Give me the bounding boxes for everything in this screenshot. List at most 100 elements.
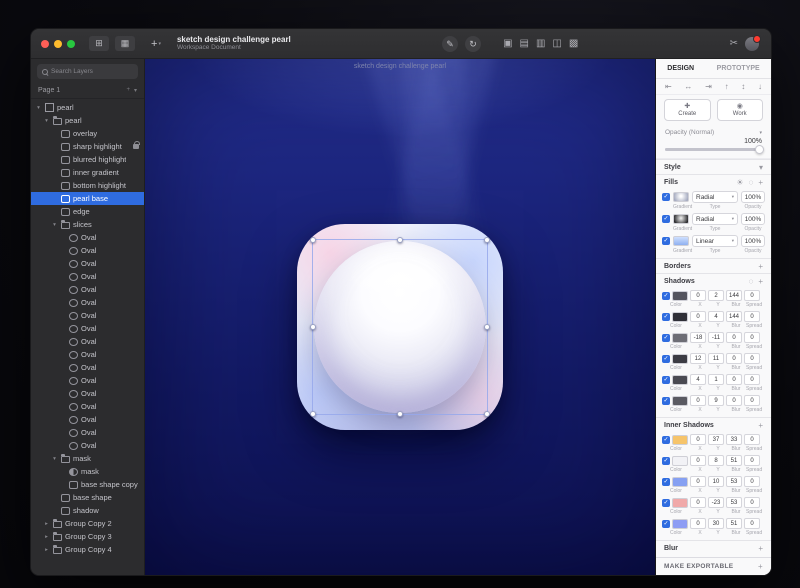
inner-shadow-x-value[interactable]: 0 bbox=[690, 476, 706, 487]
layer-row-oval-17[interactable]: Oval bbox=[31, 322, 144, 335]
pearl-app-icon[interactable] bbox=[297, 224, 503, 430]
view-toggle-5-icon[interactable]: ▩ bbox=[569, 38, 578, 49]
shadow-spread-value[interactable]: 0 bbox=[744, 332, 760, 343]
inner-shadow-spread-value[interactable]: 0 bbox=[744, 455, 760, 466]
pages-chevron-icon[interactable]: ▾ bbox=[134, 87, 137, 94]
chevron-down-icon[interactable]: ▾ bbox=[51, 456, 58, 462]
shadow-enabled-checkbox[interactable]: ✓ bbox=[662, 292, 670, 300]
shadow-spread-value[interactable]: 0 bbox=[744, 395, 760, 406]
layer-row-inner-gradient-5[interactable]: inner gradient bbox=[31, 166, 144, 179]
selection-handle-w[interactable] bbox=[310, 324, 316, 330]
inner-shadow-spread-value[interactable]: 0 bbox=[744, 476, 760, 487]
inner-shadow-x-value[interactable]: 0 bbox=[690, 497, 706, 508]
layer-row-sharp-highlight-3[interactable]: sharp highlight bbox=[31, 140, 144, 153]
shadow-blur-value[interactable]: 144 bbox=[726, 311, 742, 322]
shadow-color-swatch[interactable] bbox=[672, 312, 688, 322]
layer-row-group-copy-3-33[interactable]: ▸Group Copy 3 bbox=[31, 530, 144, 543]
layer-row-pearl-0[interactable]: ▾pearl bbox=[31, 101, 144, 114]
tab-design[interactable]: DESIGN bbox=[667, 65, 694, 72]
layer-row-oval-20[interactable]: Oval bbox=[31, 361, 144, 374]
layer-row-oval-11[interactable]: Oval bbox=[31, 244, 144, 257]
layer-row-group-copy-2-32[interactable]: ▸Group Copy 2 bbox=[31, 517, 144, 530]
fill-opacity-value[interactable]: 100% bbox=[741, 191, 765, 203]
fill-sun-icon[interactable]: ☀ bbox=[736, 178, 743, 187]
layer-row-oval-19[interactable]: Oval bbox=[31, 348, 144, 361]
inner-shadow-color-swatch[interactable] bbox=[672, 519, 688, 529]
inner-shadow-spread-value[interactable]: 0 bbox=[744, 497, 760, 508]
inner-shadow-color-swatch[interactable] bbox=[672, 498, 688, 508]
create-button[interactable]: ✚ Create bbox=[664, 99, 711, 121]
inner-shadow-color-swatch[interactable] bbox=[672, 435, 688, 445]
inner-shadow-y-value[interactable]: -23 bbox=[708, 497, 724, 508]
selection-handle-se[interactable] bbox=[484, 411, 490, 417]
add-shadow-icon[interactable]: + bbox=[758, 277, 763, 286]
artboard-label[interactable]: sketch design challenge pearl bbox=[145, 63, 655, 70]
shadow-x-value[interactable]: 0 bbox=[690, 290, 706, 301]
add-export-icon[interactable]: + bbox=[758, 562, 763, 571]
shadow-x-value[interactable]: 12 bbox=[690, 353, 706, 364]
fill-opacity-value[interactable]: 100% bbox=[741, 213, 765, 225]
inner-shadow-blur-value[interactable]: 53 bbox=[726, 476, 742, 487]
style-section-header[interactable]: Style ▾ bbox=[656, 159, 771, 174]
shadow-color-swatch[interactable] bbox=[672, 291, 688, 301]
canvas[interactable]: sketch design challenge pearl bbox=[145, 59, 655, 575]
inner-shadow-enabled-checkbox[interactable]: ✓ bbox=[662, 436, 670, 444]
fill-drop-icon[interactable]: ◌ bbox=[749, 178, 754, 187]
layer-row-oval-12[interactable]: Oval bbox=[31, 257, 144, 270]
fill-enabled-checkbox[interactable]: ✓ bbox=[662, 215, 670, 223]
shadow-color-swatch[interactable] bbox=[672, 333, 688, 343]
inner-shadow-blur-value[interactable]: 51 bbox=[726, 518, 742, 529]
chevron-right-icon[interactable]: ▸ bbox=[43, 547, 50, 553]
shadow-enabled-checkbox[interactable]: ✓ bbox=[662, 313, 670, 321]
add-page-icon[interactable]: + bbox=[126, 87, 130, 93]
shadow-blur-value[interactable]: 0 bbox=[726, 353, 742, 364]
page-selector[interactable]: Page 1 + ▾ bbox=[31, 82, 144, 99]
align-right-icon[interactable]: ⇥ bbox=[705, 82, 712, 91]
layer-row-base-shape-30[interactable]: base shape bbox=[31, 491, 144, 504]
layer-row-oval-16[interactable]: Oval bbox=[31, 309, 144, 322]
align-middle-icon[interactable]: ↕ bbox=[741, 82, 745, 91]
inner-shadow-x-value[interactable]: 0 bbox=[690, 434, 706, 445]
shadow-spread-value[interactable]: 0 bbox=[744, 290, 760, 301]
tab-prototype[interactable]: PROTOTYPE bbox=[717, 65, 760, 72]
zoom-window-button[interactable] bbox=[67, 40, 75, 48]
inner-shadow-enabled-checkbox[interactable]: ✓ bbox=[662, 520, 670, 528]
shadow-blur-value[interactable]: 0 bbox=[726, 395, 742, 406]
add-inner-shadow-icon[interactable]: + bbox=[758, 421, 763, 430]
inner-shadow-blur-value[interactable]: 33 bbox=[726, 434, 742, 445]
shadow-enabled-checkbox[interactable]: ✓ bbox=[662, 397, 670, 405]
layer-row-shadow-31[interactable]: shadow bbox=[31, 504, 144, 517]
fill-opacity-value[interactable]: 100% bbox=[741, 235, 765, 247]
chevron-down-icon[interactable]: ▾ bbox=[51, 222, 58, 228]
shadow-blur-value[interactable]: 144 bbox=[726, 290, 742, 301]
layer-row-oval-23[interactable]: Oval bbox=[31, 400, 144, 413]
layer-row-overlay-2[interactable]: overlay bbox=[31, 127, 144, 140]
close-window-button[interactable] bbox=[41, 40, 49, 48]
view-toggle-3-icon[interactable]: ▥ bbox=[536, 38, 545, 49]
inner-shadow-blur-value[interactable]: 51 bbox=[726, 455, 742, 466]
fill-type-dropdown[interactable]: Radial▾ bbox=[692, 191, 738, 203]
selection-handle-ne[interactable] bbox=[484, 237, 490, 243]
view-toggle-2-icon[interactable]: ▤ bbox=[520, 38, 529, 49]
shadow-color-swatch[interactable] bbox=[672, 396, 688, 406]
add-border-icon[interactable]: + bbox=[758, 262, 763, 271]
shadow-color-swatch[interactable] bbox=[672, 375, 688, 385]
layer-row-oval-13[interactable]: Oval bbox=[31, 270, 144, 283]
shadow-drop-icon[interactable]: ◌ bbox=[749, 277, 754, 286]
fill-gradient-swatch[interactable] bbox=[673, 236, 689, 246]
selection-handle-sw[interactable] bbox=[310, 411, 316, 417]
selection-handle-s[interactable] bbox=[397, 411, 403, 417]
inner-shadow-spread-value[interactable]: 0 bbox=[744, 434, 760, 445]
layer-row-pearl-1[interactable]: ▾pearl bbox=[31, 114, 144, 127]
inner-shadow-x-value[interactable]: 0 bbox=[690, 518, 706, 529]
shadow-spread-value[interactable]: 0 bbox=[744, 353, 760, 364]
layer-row-oval-24[interactable]: Oval bbox=[31, 413, 144, 426]
inner-shadow-color-swatch[interactable] bbox=[672, 477, 688, 487]
fill-type-dropdown[interactable]: Radial▾ bbox=[692, 213, 738, 225]
shadow-y-value[interactable]: 4 bbox=[708, 311, 724, 322]
selection-handle-nw[interactable] bbox=[310, 237, 316, 243]
inner-shadow-color-swatch[interactable] bbox=[672, 456, 688, 466]
history-icon[interactable]: ↻ bbox=[465, 36, 481, 52]
inner-shadow-y-value[interactable]: 8 bbox=[708, 455, 724, 466]
pencil-icon[interactable]: ✎ bbox=[442, 36, 458, 52]
